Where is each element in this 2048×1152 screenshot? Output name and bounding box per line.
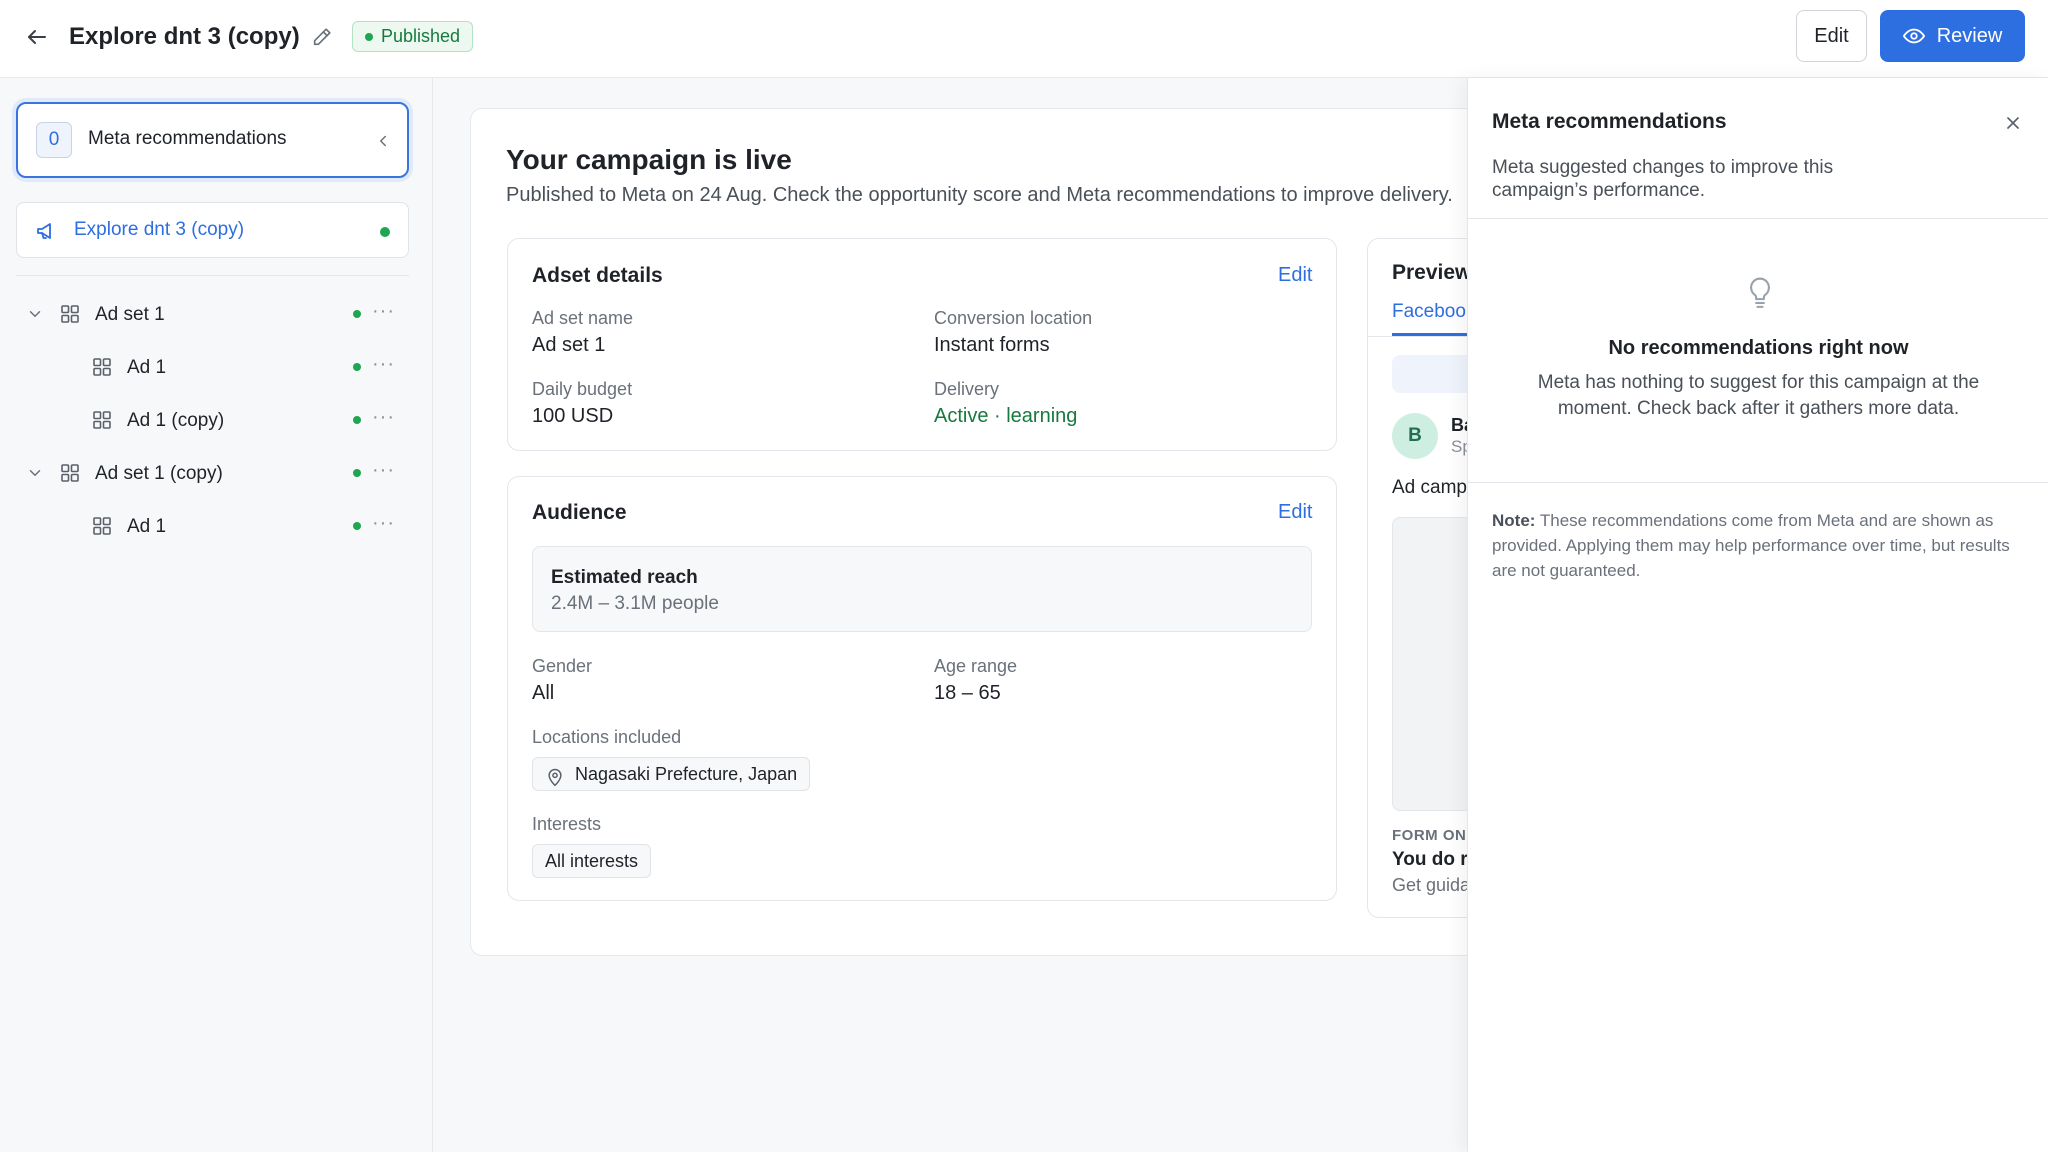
adset-details-title: Adset details [532, 264, 663, 287]
audience-panel [507, 476, 1337, 901]
divider [16, 275, 409, 276]
status-dot [353, 469, 361, 477]
estimated-reach-title: Estimated reach [551, 567, 698, 588]
more-options-icon[interactable]: ··· [372, 459, 400, 483]
preview-form-subtitle: Get guida [1392, 875, 1471, 895]
tree-item-label: Ad 1 [127, 516, 167, 537]
avatar: B [1392, 413, 1438, 459]
sidebar-item-campaign[interactable]: Explore dnt 3 (copy) [16, 202, 409, 258]
meta-recommendations-toggle[interactable]: 0 Meta recommendations [16, 102, 409, 178]
tree-item-label: Ad 1 [127, 357, 167, 378]
estimated-reach-box: Estimated reach 2.4M – 3.1M people [532, 546, 1312, 632]
grid-icon [92, 516, 112, 536]
more-options-icon[interactable]: ··· [372, 512, 400, 536]
tree-item-ad[interactable]: Ad 1 ··· [16, 504, 409, 548]
delivery-value: Active · learning [934, 405, 1078, 427]
tree-item-adset[interactable]: Ad set 1 (copy) ··· [16, 451, 409, 495]
disclaimer-note: Note: These recommendations come from Me… [1492, 508, 2032, 583]
status-dot [353, 363, 361, 371]
lightbulb-icon [1744, 276, 1776, 312]
chevron-down-icon[interactable] [26, 305, 44, 323]
preview-title: Preview [1392, 261, 1472, 284]
eye-icon [1902, 28, 1925, 44]
campaign-live-subtitle: Published to Meta on 24 Aug. Check the o… [506, 184, 1453, 206]
tab-facebook[interactable]: Facebook [1392, 301, 1475, 323]
campaign-live-title: Your campaign is live [506, 144, 792, 175]
review-button-label: Review [1936, 24, 2003, 47]
map-pin-icon [545, 765, 565, 787]
panel-description: Meta suggested changes to improve this c… [1492, 157, 1834, 201]
chevron-left-icon[interactable] [368, 126, 398, 156]
more-options-icon[interactable]: ··· [372, 300, 400, 324]
daily-budget-label: Daily budget [532, 379, 633, 399]
review-button[interactable]: Review [1880, 10, 2025, 62]
preview-form-label: FORM ON [1392, 827, 1467, 844]
page-title: Explore dnt 3 (copy) [69, 23, 300, 50]
sidebar: 0 Meta recommendations Explore dnt 3 (co… [0, 78, 433, 1152]
gender-value: All [532, 682, 555, 704]
back-arrow-icon[interactable] [20, 20, 54, 54]
tree-item-label: Ad set 1 [95, 304, 165, 325]
age-range-label: Age range [934, 656, 1018, 676]
conversion-location-label: Conversion location [934, 308, 1093, 328]
chevron-down-icon[interactable] [26, 464, 44, 482]
more-options-icon[interactable]: ··· [372, 406, 400, 430]
pencil-icon[interactable] [308, 23, 336, 51]
empty-state-subtitle: Meta has nothing to suggest for this cam… [1537, 372, 1980, 419]
grid-icon [92, 357, 112, 377]
preview-ad-text: Ad camp [1392, 477, 1467, 498]
estimated-reach-value: 2.4M – 3.1M people [551, 593, 719, 614]
megaphone-icon [35, 219, 59, 243]
locations-label: Locations included [532, 727, 682, 747]
meta-recommendations-panel: Meta recommendations Meta suggested chan… [1467, 78, 2048, 1152]
tree-item-ad[interactable]: Ad 1 ··· [16, 345, 409, 389]
status-badge-label: Published [381, 26, 461, 46]
ad-set-name-label: Ad set name [532, 308, 634, 328]
location-chip-label: Nagasaki Prefecture, Japan [575, 764, 798, 784]
tree-item-label: Ad 1 (copy) [127, 410, 225, 431]
daily-budget-value: 100 USD [532, 405, 614, 427]
audience-title: Audience [532, 501, 627, 524]
empty-state-title: No recommendations right now [1608, 337, 1909, 359]
status-badge: Published [352, 21, 474, 52]
tree-item-adset[interactable]: Ad set 1 ··· [16, 292, 409, 336]
grid-icon [92, 410, 112, 430]
divider [1468, 218, 2048, 219]
more-options-icon[interactable]: ··· [372, 353, 400, 377]
interests-label: Interests [532, 814, 602, 834]
status-dot [380, 227, 390, 237]
edit-button[interactable]: Edit [1796, 10, 1867, 62]
note-text: These recommendations come from Meta and… [1492, 511, 2010, 580]
top-bar: Explore dnt 3 (copy) Published Edit Revi… [0, 0, 2048, 78]
gender-label: Gender [532, 656, 593, 676]
grid-icon [60, 463, 80, 483]
preview-form-title: You do r [1392, 849, 1468, 870]
close-icon[interactable] [1998, 108, 2028, 138]
audience-edit-link[interactable]: Edit [1278, 501, 1312, 524]
status-dot [365, 33, 373, 41]
note-label: Note: [1492, 511, 1536, 530]
campaign-label: Explore dnt 3 (copy) [74, 219, 245, 240]
location-chip: Nagasaki Prefecture, Japan [532, 757, 811, 791]
interest-chip: All interests [532, 844, 652, 878]
adset-edit-link[interactable]: Edit [1278, 264, 1312, 287]
panel-title: Meta recommendations [1492, 110, 1727, 133]
recommendations-label: Meta recommendations [88, 128, 287, 149]
delivery-label: Delivery [934, 379, 1000, 399]
grid-icon [60, 304, 80, 324]
ad-set-name-value: Ad set 1 [532, 334, 606, 356]
status-dot [353, 522, 361, 530]
tree-item-label: Ad set 1 (copy) [95, 463, 223, 484]
age-range-value: 18 – 65 [934, 682, 1001, 704]
conversion-location-value: Instant forms [934, 334, 1050, 356]
status-dot [353, 310, 361, 318]
recommendations-count-badge: 0 [36, 122, 72, 158]
divider [1468, 482, 2048, 483]
tree-item-ad[interactable]: Ad 1 (copy) ··· [16, 398, 409, 442]
status-dot [353, 416, 361, 424]
